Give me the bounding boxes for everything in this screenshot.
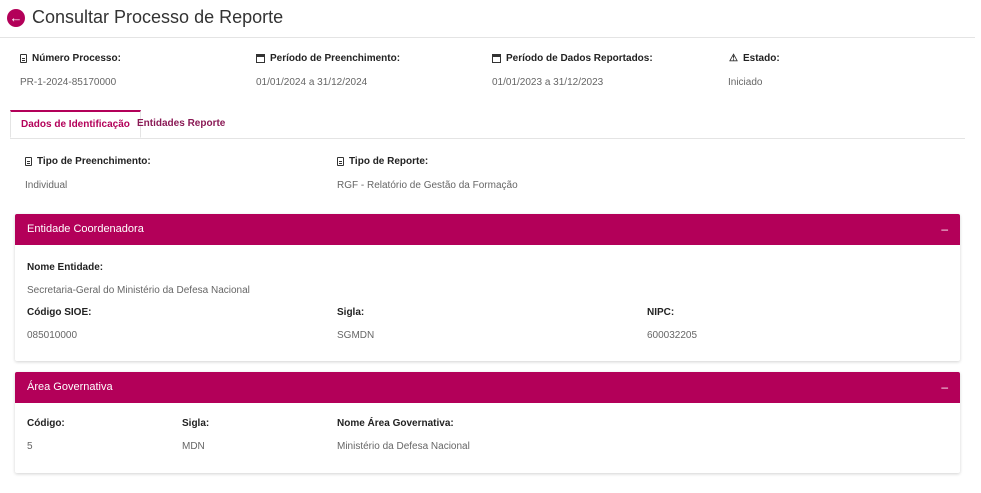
tipo-reporte-label: Tipo de Reporte: (349, 156, 429, 167)
estado: ⚠ Estado: Iniciado (728, 53, 780, 88)
codigo-area: Código: 5 (27, 418, 65, 452)
tipo-preenchimento: Tipo de Preenchimento: Individual (25, 156, 151, 191)
nome-area: Nome Área Governativa: Ministério da Def… (337, 418, 470, 452)
codigo-sioe: Código SIOE: 085010000 (27, 307, 91, 341)
sigla-entidade-label: Sigla: (337, 307, 365, 318)
nome-entidade-label: Nome Entidade: (27, 262, 104, 273)
tab-bar: Dados de Identificação Entidades Reporte (10, 110, 965, 139)
periodo-dados-value: 01/01/2023 a 31/12/2023 (492, 77, 604, 88)
tipo-preenchimento-label: Tipo de Preenchimento: (37, 156, 151, 167)
nome-area-label: Nome Área Governativa: (337, 418, 454, 429)
nipc-label: NIPC: (647, 307, 675, 318)
sigla-area-label: Sigla: (182, 418, 210, 429)
sigla-entidade: Sigla: SGMDN (337, 307, 374, 341)
tipo-preenchimento-value: Individual (25, 180, 68, 191)
calendar-icon (256, 54, 265, 63)
codigo-area-label: Código: (27, 418, 65, 429)
numero-processo: Número Processo: PR-1-2024-85170000 (20, 53, 121, 88)
estado-label: Estado: (743, 53, 780, 64)
tipo-reporte-value: RGF - Relatório de Gestão da Formação (337, 180, 518, 191)
area-governativa-panel: Área Governativa – Código: 5 Sigla: MDN … (15, 372, 960, 473)
page-title: Consultar Processo de Reporte (32, 7, 284, 27)
periodo-preenchimento: Período de Preenchimento: 01/01/2024 a 3… (256, 53, 400, 88)
numero-processo-label: Número Processo: (32, 53, 121, 64)
nipc: NIPC: 600032205 (647, 307, 697, 341)
periodo-dados: Período de Dados Reportados: 01/01/2023 … (492, 53, 653, 88)
entidade-coordenadora-panel: Entidade Coordenadora – Nome Entidade: S… (15, 214, 960, 361)
nome-area-value: Ministério da Defesa Nacional (337, 441, 470, 452)
page-header: ← Consultar Processo de Reporte (0, 0, 975, 38)
nipc-value: 600032205 (647, 330, 698, 341)
document-icon (337, 157, 344, 166)
entidade-coordenadora-header[interactable]: Entidade Coordenadora – (15, 214, 960, 245)
nome-entidade: Nome Entidade: Secretaria-Geral do Minis… (27, 262, 250, 296)
tipo-reporte: Tipo de Reporte: RGF - Relatório de Gest… (337, 156, 518, 191)
panel-title: Área Governativa (27, 381, 113, 393)
back-button[interactable]: ← (7, 9, 25, 27)
codigo-area-value: 5 (27, 441, 33, 452)
panel-title: Entidade Coordenadora (27, 223, 144, 235)
nome-entidade-value: Secretaria-Geral do Ministério da Defesa… (27, 285, 250, 296)
numero-processo-value: PR-1-2024-85170000 (20, 77, 117, 88)
arrow-left-icon: ← (9, 10, 23, 25)
document-icon (25, 157, 32, 166)
sigla-area: Sigla: MDN (182, 418, 209, 452)
calendar-icon (492, 54, 501, 63)
tab-dados-identificacao[interactable]: Dados de Identificação (10, 110, 141, 138)
document-icon (20, 54, 27, 63)
codigo-sioe-value: 085010000 (27, 330, 78, 341)
collapse-icon[interactable]: – (941, 372, 948, 403)
warning-icon: ⚠ (729, 53, 738, 64)
area-governativa-header[interactable]: Área Governativa – (15, 372, 960, 403)
codigo-sioe-label: Código SIOE: (27, 307, 92, 318)
periodo-preenchimento-value: 01/01/2024 a 31/12/2024 (256, 77, 368, 88)
sigla-entidade-value: SGMDN (337, 330, 375, 341)
periodo-dados-label: Período de Dados Reportados: (506, 53, 653, 64)
estado-value: Iniciado (728, 77, 763, 88)
sigla-area-value: MDN (182, 441, 205, 452)
periodo-preenchimento-label: Período de Preenchimento: (270, 53, 401, 64)
collapse-icon[interactable]: – (941, 214, 948, 245)
tab-entidades-reporte[interactable]: Entidades Reporte (127, 110, 235, 138)
